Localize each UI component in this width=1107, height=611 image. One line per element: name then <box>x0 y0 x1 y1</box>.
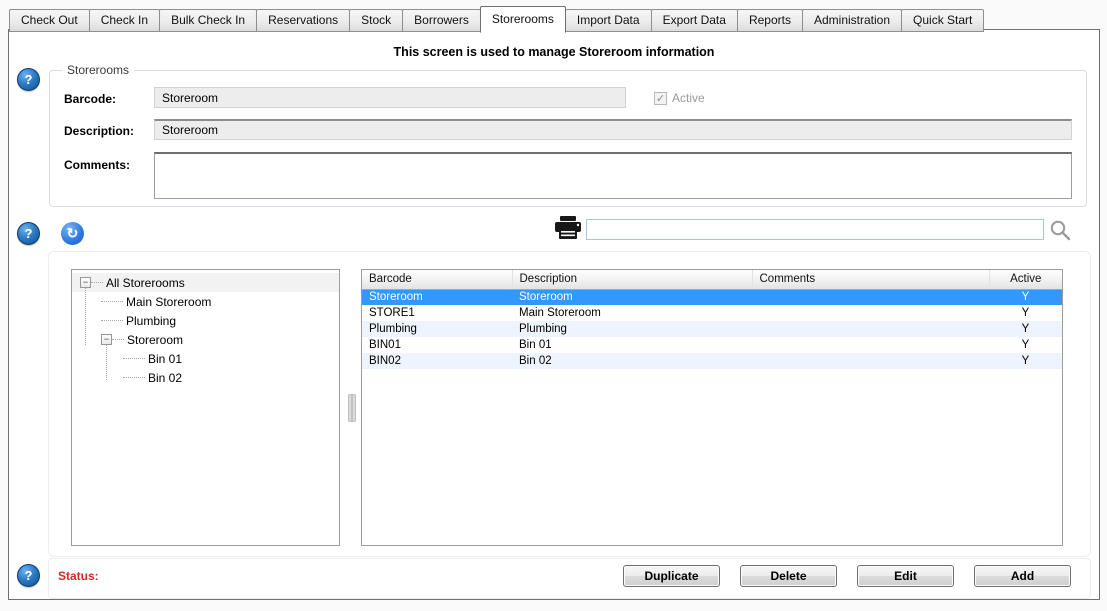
tree-connector <box>123 377 145 378</box>
column-header-description[interactable]: Description <box>512 270 752 289</box>
tree-connector <box>106 345 107 380</box>
checkbox-check-icon: ✓ <box>654 92 667 105</box>
tree-item-label: All Storerooms <box>103 276 185 290</box>
delete-button[interactable]: Delete <box>740 565 837 587</box>
tree-item-label: Main Storeroom <box>123 295 211 309</box>
tree-item-main-storeroom[interactable]: Main Storeroom <box>72 292 339 311</box>
tree-collapse-icon[interactable]: − <box>80 277 91 288</box>
tab-export-data[interactable]: Export Data <box>651 9 738 32</box>
active-checkbox: ✓ Active <box>654 91 705 105</box>
tab-reports[interactable]: Reports <box>737 9 803 32</box>
cell-active: Y <box>989 337 1062 353</box>
cell-comments <box>752 337 989 353</box>
tab-stock[interactable]: Stock <box>349 9 403 32</box>
cell-comments <box>752 305 989 321</box>
table-header-row: BarcodeDescriptionCommentsActive <box>362 270 1062 289</box>
tree-item-all-storerooms[interactable]: − All Storerooms <box>72 273 339 292</box>
panel-splitter[interactable] <box>348 394 356 422</box>
cell-comments <box>752 321 989 337</box>
storerooms-groupbox: Storerooms Barcode: ✓ Active Description… <box>49 70 1087 207</box>
cell-description: Bin 02 <box>512 353 752 369</box>
tab-check-in[interactable]: Check In <box>89 9 160 32</box>
cell-description: Plumbing <box>512 321 752 337</box>
table-row[interactable]: StoreroomStoreroom Y <box>362 289 1062 305</box>
cell-comments <box>752 289 989 305</box>
tree-item-label: Bin 02 <box>145 371 182 385</box>
search-input[interactable] <box>586 219 1044 240</box>
add-button[interactable]: Add <box>974 565 1071 587</box>
tab-quick-start[interactable]: Quick Start <box>901 9 984 32</box>
tree-item-plumbing[interactable]: Plumbing <box>72 311 339 330</box>
screen-instruction: This screen is used to manage Storeroom … <box>9 45 1099 59</box>
help-icon[interactable]: ? <box>17 222 40 245</box>
description-input[interactable] <box>154 119 1072 140</box>
tab-bar: Check OutCheck InBulk Check InReservatio… <box>10 6 984 32</box>
tab-administration[interactable]: Administration <box>802 9 902 32</box>
storeroom-table-panel: BarcodeDescriptionCommentsActive Storero… <box>361 269 1063 546</box>
app-window: Check OutCheck InBulk Check InReservatio… <box>0 0 1107 611</box>
cell-active: Y <box>989 289 1062 305</box>
tab-reservations[interactable]: Reservations <box>256 9 350 32</box>
groupbox-title: Storerooms <box>62 63 134 77</box>
storeroom-tree: −All StoreroomsMain StoreroomPlumbing−St… <box>71 269 340 546</box>
action-button-row: Duplicate Delete Edit Add <box>623 565 1071 587</box>
cell-description: Storeroom <box>512 289 752 305</box>
table-row[interactable]: STORE1Main Storeroom Y <box>362 305 1062 321</box>
column-header-comments[interactable]: Comments <box>752 270 989 289</box>
cell-comments <box>752 353 989 369</box>
storeroom-table: BarcodeDescriptionCommentsActive Storero… <box>362 270 1062 369</box>
barcode-input[interactable] <box>154 87 626 108</box>
table-row[interactable]: PlumbingPlumbing Y <box>362 321 1062 337</box>
cell-barcode: STORE1 <box>362 305 512 321</box>
tree-connector <box>112 339 124 340</box>
help-icon[interactable]: ? <box>17 68 40 91</box>
tree-connector <box>101 320 123 321</box>
tab-check-out[interactable]: Check Out <box>9 9 90 32</box>
tab-borrowers[interactable]: Borrowers <box>402 9 481 32</box>
cell-barcode: Storeroom <box>362 289 512 305</box>
column-header-active[interactable]: Active <box>989 270 1062 289</box>
duplicate-button[interactable]: Duplicate <box>623 565 720 587</box>
column-header-barcode[interactable]: Barcode <box>362 270 512 289</box>
comments-input[interactable] <box>154 152 1072 199</box>
tab-bulk-check-in[interactable]: Bulk Check In <box>159 9 257 32</box>
cell-barcode: BIN02 <box>362 353 512 369</box>
status-label: Status: <box>58 569 99 583</box>
tree-item-bin-01[interactable]: Bin 01 <box>72 349 339 368</box>
table-row[interactable]: BIN02Bin 02 Y <box>362 353 1062 369</box>
tree-item-bin-02[interactable]: Bin 02 <box>72 368 339 387</box>
tree-connector <box>101 301 123 302</box>
tree-connector <box>85 288 86 345</box>
cell-active: Y <box>989 305 1062 321</box>
table-row[interactable]: BIN01Bin 01 Y <box>362 337 1062 353</box>
active-checkbox-label: Active <box>672 91 705 105</box>
refresh-icon[interactable]: ↻ <box>61 222 84 245</box>
description-label: Description: <box>64 124 134 138</box>
tree-item-label: Storeroom <box>124 333 183 347</box>
cell-barcode: Plumbing <box>362 321 512 337</box>
cell-description: Bin 01 <box>512 337 752 353</box>
search-magnifier-icon[interactable] <box>1048 219 1072 248</box>
tree-item-storeroom[interactable]: − Storeroom <box>72 330 339 349</box>
cell-active: Y <box>989 321 1062 337</box>
edit-button[interactable]: Edit <box>857 565 954 587</box>
comments-label: Comments: <box>64 158 130 172</box>
barcode-label: Barcode: <box>64 92 116 106</box>
tree-item-label: Bin 01 <box>145 352 182 366</box>
tree-connector <box>123 358 145 359</box>
tab-import-data[interactable]: Import Data <box>565 9 652 32</box>
tab-storerooms[interactable]: Storerooms <box>480 6 566 33</box>
storerooms-screen: This screen is used to manage Storeroom … <box>8 29 1100 600</box>
cell-active: Y <box>989 353 1062 369</box>
cell-barcode: BIN01 <box>362 337 512 353</box>
printer-icon[interactable] <box>553 215 583 246</box>
help-icon[interactable]: ? <box>17 564 40 587</box>
tree-item-label: Plumbing <box>123 314 176 328</box>
cell-description: Main Storeroom <box>512 305 752 321</box>
tree-connector <box>91 282 103 283</box>
tree-collapse-icon[interactable]: − <box>101 334 112 345</box>
